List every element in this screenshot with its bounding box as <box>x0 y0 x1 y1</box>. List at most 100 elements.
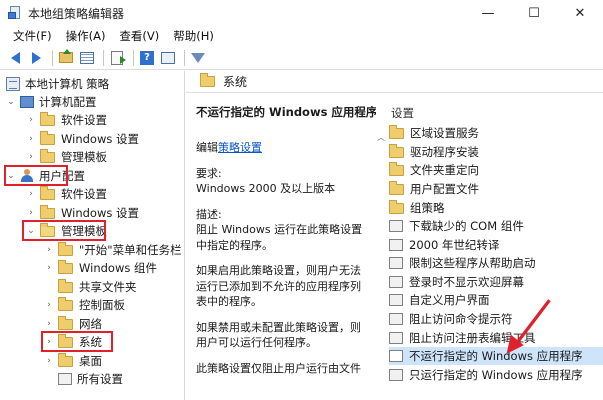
list-item-selected[interactable]: 不运行指定的 Windows 应用程序 <box>389 347 603 365</box>
chevron-right-icon[interactable]: › <box>44 356 54 366</box>
chevron-right-icon[interactable]: › <box>44 263 54 273</box>
tree-item-computer-config[interactable]: ⌄ 计算机配置 <box>6 93 96 111</box>
policy-setting-icon <box>389 294 403 306</box>
help-button[interactable]: ? <box>138 49 156 67</box>
tree-item-label: Windows 组件 <box>79 261 157 275</box>
folder-icon <box>58 352 73 367</box>
up-level-button[interactable] <box>57 49 75 67</box>
list-item[interactable]: 阻止访问注册表编辑工具 <box>389 329 603 347</box>
tree-item-label: Windows 设置 <box>61 132 139 146</box>
all-settings-icon <box>58 373 72 385</box>
list-item[interactable]: 下载缺少的 COM 组件 <box>389 217 603 235</box>
list-item[interactable]: 驱动程序安装 <box>389 143 603 161</box>
scroll-up-icon[interactable]: ︿ <box>377 132 385 143</box>
list-item[interactable]: 2000 年世纪转译 <box>389 236 603 254</box>
description-block: 描述: 阻止 Windows 运行在此策略设置中指定的程序。 <box>196 207 366 254</box>
folder-icon <box>58 278 73 293</box>
folder-icon <box>389 199 404 214</box>
show-hide-tree-button[interactable] <box>78 49 96 67</box>
list-item[interactable]: 只运行指定的 Windows 应用程序 <box>389 366 603 384</box>
scrollbar[interactable]: ︿ <box>377 122 387 400</box>
tree-item-label: 软件设置 <box>61 113 107 127</box>
forward-arrow-icon <box>31 51 41 64</box>
folder-up-icon <box>59 49 73 63</box>
list-item[interactable]: 文件夹重定向 <box>389 161 603 179</box>
folder-icon <box>40 111 55 126</box>
tree-item-all-settings[interactable]: 所有设置 <box>44 370 123 388</box>
list-item[interactable]: 自定义用户界面 <box>389 291 603 309</box>
tree-item-software-settings[interactable]: › 软件设置 <box>26 111 107 129</box>
tree-item-label: 软件设置 <box>61 187 107 201</box>
back-arrow-icon <box>10 51 20 64</box>
window-title: 本地组策略编辑器 <box>28 6 125 21</box>
list-item[interactable]: 登录时不显示欢迎屏幕 <box>389 273 603 291</box>
properties-button[interactable] <box>159 49 177 67</box>
tree-item-local-computer-policy[interactable]: 本地计算机 策略 <box>6 75 109 93</box>
minimize-button[interactable]: — <box>465 0 511 26</box>
tree-item-desktop[interactable]: › 桌面 <box>44 352 102 370</box>
tree-item-control-panel[interactable]: › 控制面板 <box>44 296 125 314</box>
menu-file[interactable]: 文件(F) <box>6 28 59 44</box>
chevron-down-icon[interactable]: ⌄ <box>6 97 16 107</box>
chevron-right-icon[interactable]: › <box>26 208 36 218</box>
pane-header-title: 系统 <box>223 75 248 89</box>
chevron-right-icon[interactable]: › <box>26 189 36 199</box>
toolbar-separator <box>103 49 104 66</box>
chevron-right-icon[interactable]: › <box>26 134 36 144</box>
chevron-right-icon[interactable]: › <box>44 300 54 310</box>
maximize-button[interactable]: ☐ <box>511 0 557 26</box>
tree-item-label: Windows 设置 <box>61 206 139 220</box>
tree-item-windows-settings[interactable]: › Windows 设置 <box>26 130 139 148</box>
console-tree-icon <box>80 51 94 64</box>
highlight-box-user-config <box>4 165 68 186</box>
edit-prefix: 编辑 <box>196 141 218 154</box>
back-button[interactable] <box>6 49 24 67</box>
chevron-right-icon[interactable]: › <box>44 319 54 329</box>
chevron-right-icon[interactable]: › <box>26 152 36 162</box>
toolbar-separator <box>133 49 134 66</box>
tree-item-label: 所有设置 <box>77 372 123 386</box>
tree-item-label: "开始"菜单和任务栏 <box>79 243 182 257</box>
folder-icon <box>40 130 55 145</box>
menu-help[interactable]: 帮助(H) <box>166 28 221 44</box>
close-button[interactable]: ✕ <box>557 0 603 26</box>
list-item[interactable]: 阻止访问命令提示符 <box>389 310 603 328</box>
description-label: 描述: <box>196 207 222 221</box>
tree-item-shared-folders[interactable]: 共享文件夹 <box>44 278 137 296</box>
list-item-label: 限制这些程序从帮助启动 <box>409 256 536 270</box>
toolbar-separator <box>184 49 185 66</box>
list-item[interactable]: 区域设置服务 <box>389 124 603 142</box>
policy-setting-icon <box>389 257 403 269</box>
group-policy-app-icon <box>8 6 22 20</box>
tree-item-user-software-settings[interactable]: › 软件设置 <box>26 185 107 203</box>
export-icon <box>111 50 126 65</box>
menu-view[interactable]: 查看(V) <box>112 28 166 44</box>
filter-button[interactable] <box>189 49 207 67</box>
help-icon: ? <box>140 50 154 65</box>
tree-item-admin-templates[interactable]: › 管理模板 <box>26 148 107 166</box>
chevron-right-icon[interactable]: › <box>26 115 36 125</box>
policy-settings-link[interactable]: 策略设置 <box>218 141 262 154</box>
tree-item-label: 桌面 <box>79 354 102 368</box>
list-item[interactable]: 用户配置文件 <box>389 180 603 198</box>
folder-icon <box>58 296 73 311</box>
menu-action[interactable]: 操作(A) <box>59 28 113 44</box>
export-list-button[interactable] <box>108 49 126 67</box>
list-item-label: 区域设置服务 <box>410 126 479 140</box>
tree-item-start-menu-taskbar[interactable]: › "开始"菜单和任务栏 <box>44 241 182 259</box>
computer-icon <box>20 96 34 108</box>
folder-icon <box>389 124 404 139</box>
settings-column-header[interactable]: 设置 <box>377 104 603 122</box>
list-item[interactable]: 组策略 <box>389 199 603 217</box>
folder-icon <box>58 315 73 330</box>
navigation-tree: 本地计算机 策略 ⌄ 计算机配置 › 软件设置 › Windows 设置 › 管… <box>0 71 185 400</box>
highlight-box-admin-templates <box>22 220 106 241</box>
list-item[interactable]: 限制这些程序从帮助启动 <box>389 254 603 272</box>
highlight-box-system <box>41 331 113 352</box>
chevron-right-icon[interactable]: › <box>44 245 54 255</box>
folder-icon <box>40 185 55 200</box>
tree-item-windows-components[interactable]: › Windows 组件 <box>44 259 157 277</box>
title-bar: 本地组策略编辑器 — ☐ ✕ <box>0 0 603 26</box>
forward-button[interactable] <box>27 49 45 67</box>
list-item-label: 2000 年世纪转译 <box>409 238 500 252</box>
